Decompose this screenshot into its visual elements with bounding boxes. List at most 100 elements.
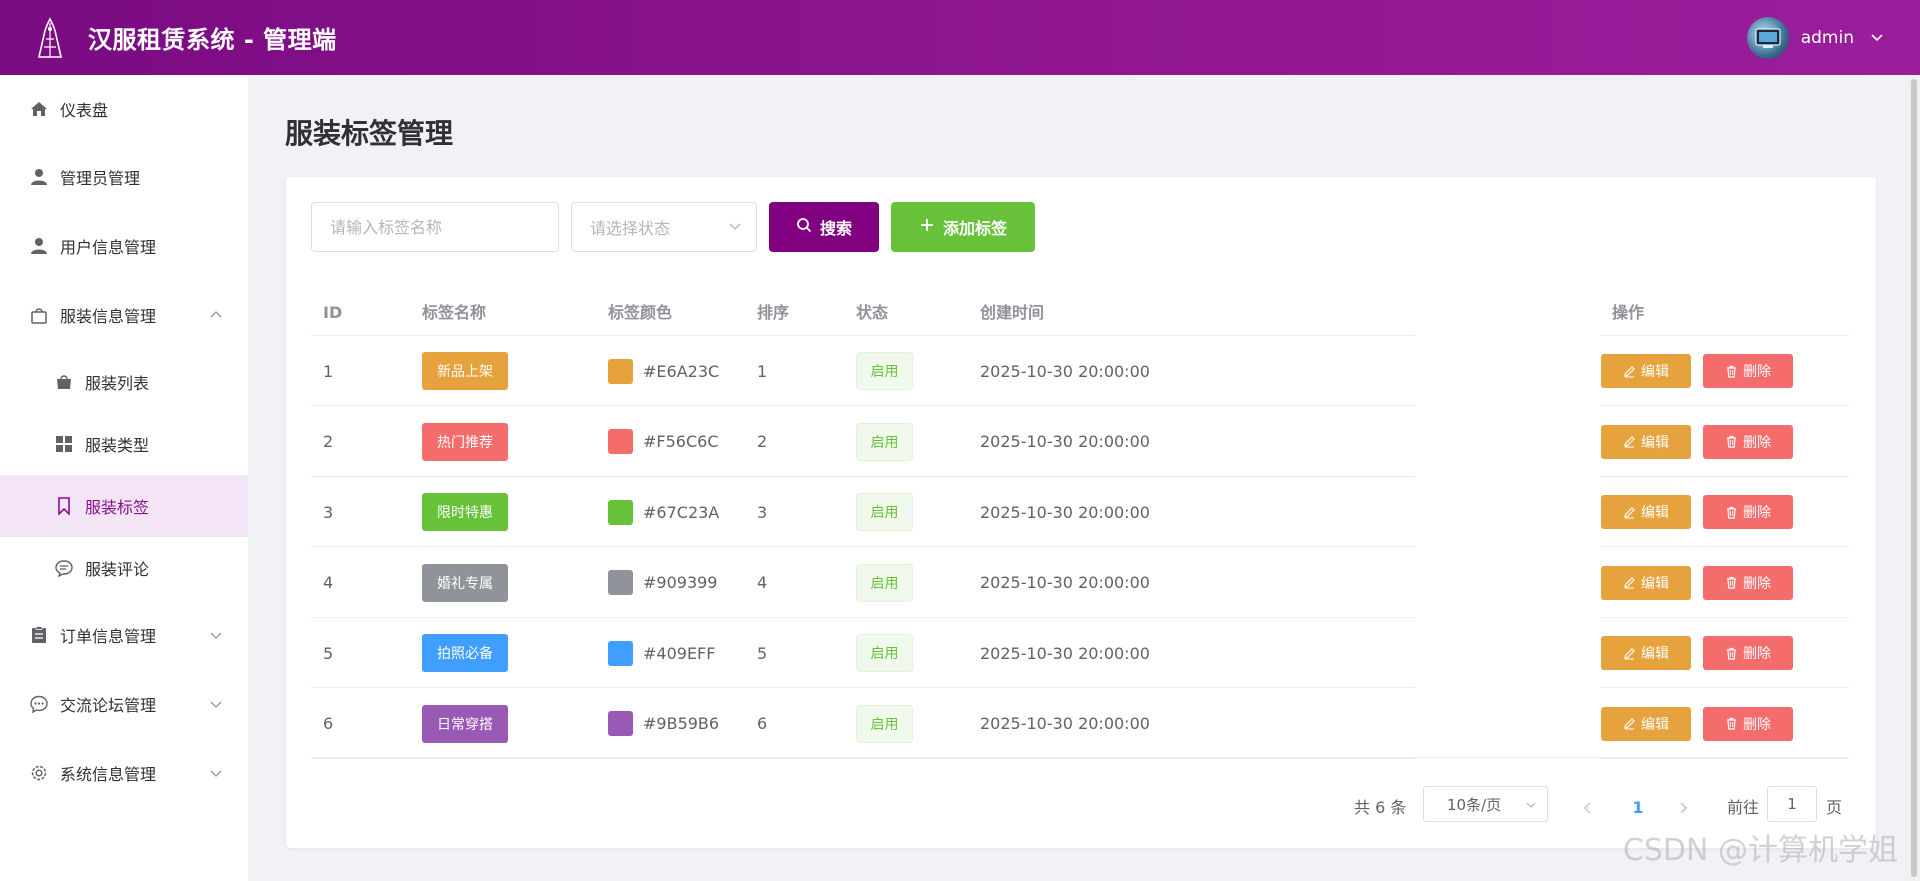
delete-button[interactable]: 删除 bbox=[1703, 636, 1793, 670]
scrollbar-thumb[interactable] bbox=[1911, 79, 1917, 877]
page-size-select[interactable]: 10条/页 bbox=[1423, 786, 1548, 822]
edit-icon bbox=[1624, 365, 1635, 377]
pagination-goto-input[interactable] bbox=[1767, 786, 1817, 822]
edit-button[interactable]: 编辑 bbox=[1601, 424, 1691, 459]
chevron-down-icon[interactable] bbox=[1870, 33, 1884, 43]
sidebar-item-label: 订单信息管理 bbox=[60, 627, 157, 646]
shopping-bag-icon bbox=[28, 304, 50, 326]
bookmark-icon bbox=[54, 496, 74, 516]
column-header-name: 标签名称 bbox=[422, 303, 487, 322]
sidebar-item-clothing[interactable]: 服装信息管理 bbox=[0, 281, 248, 349]
cell-created: 2025-10-30 20:00:00 bbox=[980, 432, 1150, 451]
cell-created: 2025-10-30 20:00:00 bbox=[980, 502, 1150, 522]
cell-sort: 1 bbox=[757, 361, 768, 381]
trash-icon bbox=[1727, 435, 1736, 448]
sidebar-subitem-clothing-tag[interactable]: 服装标签 bbox=[0, 475, 248, 537]
app-title: 汉服租赁系统 - 管理端 bbox=[88, 26, 337, 54]
edit-icon bbox=[1624, 647, 1635, 659]
edit-button[interactable]: 编辑 bbox=[1601, 354, 1691, 388]
sidebar-subitem-label: 服装类型 bbox=[85, 436, 150, 455]
divider bbox=[311, 757, 1849, 758]
table-row: 5 拍照必备 #409EFF 5 启用 2025-10-30 20:00:00 编辑 删除 bbox=[311, 618, 1849, 688]
page-scrollbar[interactable] bbox=[1908, 75, 1920, 881]
username[interactable]: admin bbox=[1801, 28, 1854, 48]
edit-button-label: 编辑 bbox=[1641, 645, 1669, 661]
sidebar-item-users[interactable]: 用户信息管理 bbox=[0, 212, 248, 280]
tag-name-search-input[interactable] bbox=[311, 202, 559, 252]
chat-dots-icon bbox=[28, 693, 50, 715]
tag-management-card: 请选择状态 搜索 添加标签 ID 标签名称 标签颜色 排序 状态 创建时间 操作… bbox=[286, 177, 1876, 848]
gear-icon bbox=[28, 762, 50, 784]
cell-id: 3 bbox=[323, 502, 334, 522]
cell-actions: 编辑 删除 bbox=[1601, 336, 1793, 406]
cell-status: 启用 bbox=[856, 548, 913, 618]
delete-button[interactable]: 删除 bbox=[1703, 424, 1793, 459]
table-row: 6 日常穿搭 #9B59B6 6 启用 2025-10-30 20:00:00 编辑 删除 bbox=[311, 689, 1849, 759]
delete-button[interactable]: 删除 bbox=[1703, 706, 1793, 741]
cell-id: 2 bbox=[323, 432, 334, 451]
pagination-next-button[interactable] bbox=[1671, 791, 1695, 825]
color-swatch bbox=[608, 640, 633, 666]
sidebar-subitem-clothing-type[interactable]: 服装类型 bbox=[0, 413, 248, 475]
table-row: 2 热门推荐 #F56C6C 2 启用 2025-10-30 20:00:00 编辑 删除 bbox=[311, 407, 1849, 477]
cell-id: 5 bbox=[323, 643, 334, 663]
sidebar-item-system[interactable]: 系统信息管理 bbox=[0, 739, 248, 807]
sidebar-item-admin[interactable]: 管理员管理 bbox=[0, 143, 248, 211]
chevron-down-icon bbox=[1525, 800, 1537, 810]
chevron-down-icon bbox=[728, 220, 742, 234]
trash-icon bbox=[1727, 647, 1736, 660]
edit-button-label: 编辑 bbox=[1641, 504, 1669, 520]
user-menu[interactable]: admin bbox=[1746, 0, 1884, 75]
sidebar-subitem-clothing-list[interactable]: 服装列表 bbox=[0, 351, 248, 413]
edit-icon bbox=[1624, 436, 1635, 448]
cell-tag-color: #E6A23C bbox=[608, 336, 719, 406]
delete-button-label: 删除 bbox=[1743, 574, 1771, 591]
trash-icon bbox=[1727, 506, 1736, 519]
grid-icon bbox=[54, 434, 74, 454]
avatar[interactable] bbox=[1746, 16, 1789, 59]
delete-button-label: 删除 bbox=[1743, 645, 1771, 661]
cell-status: 启用 bbox=[856, 689, 913, 759]
column-header-color: 标签颜色 bbox=[608, 303, 673, 322]
color-swatch bbox=[608, 429, 633, 454]
cell-id: 6 bbox=[323, 714, 334, 733]
cell-id: 4 bbox=[323, 573, 334, 592]
pagination-page-1[interactable]: 1 bbox=[1621, 791, 1655, 825]
sidebar-item-orders[interactable]: 订单信息管理 bbox=[0, 601, 248, 669]
delete-button[interactable]: 删除 bbox=[1703, 565, 1793, 600]
cell-actions: 编辑 删除 bbox=[1601, 618, 1793, 688]
pagination-total: 共 6 条 bbox=[1354, 798, 1407, 817]
color-swatch bbox=[608, 711, 633, 736]
edit-button[interactable]: 编辑 bbox=[1601, 565, 1691, 600]
delete-button[interactable]: 删除 bbox=[1703, 354, 1793, 388]
chevron-down-icon bbox=[210, 769, 222, 777]
cell-tag-name: 日常穿搭 bbox=[422, 689, 508, 759]
cell-sort: 3 bbox=[757, 502, 768, 522]
edit-button[interactable]: 编辑 bbox=[1601, 636, 1691, 670]
sidebar-item-label: 仪表盘 bbox=[60, 101, 109, 120]
sidebar-item-dashboard[interactable]: 仪表盘 bbox=[0, 75, 248, 143]
edit-icon bbox=[1624, 718, 1635, 730]
pagination-prev-button[interactable] bbox=[1576, 791, 1600, 825]
trash-icon bbox=[1727, 365, 1736, 378]
table-row: 3 限时特惠 #67C23A 3 启用 2025-10-30 20:00:00 编辑 删除 bbox=[311, 477, 1849, 547]
edit-icon bbox=[1624, 577, 1635, 589]
watermark: CSDN @计算机学姐 bbox=[1622, 833, 1898, 868]
column-header-status: 状态 bbox=[856, 303, 889, 322]
add-tag-button[interactable]: 添加标签 bbox=[891, 202, 1035, 252]
edit-button-label: 编辑 bbox=[1641, 574, 1669, 591]
status-select[interactable]: 请选择状态 bbox=[571, 202, 757, 252]
sidebar-item-forum[interactable]: 交流论坛管理 bbox=[0, 670, 248, 738]
delete-button[interactable]: 删除 bbox=[1703, 495, 1793, 529]
sidebar-item-label: 交流论坛管理 bbox=[60, 696, 157, 715]
cell-sort: 5 bbox=[757, 643, 768, 663]
edit-button-label: 编辑 bbox=[1641, 363, 1669, 379]
sidebar-subitem-clothing-comment[interactable]: 服装评论 bbox=[0, 537, 248, 599]
search-button[interactable]: 搜索 bbox=[769, 202, 879, 252]
status-badge: 启用 bbox=[856, 563, 913, 602]
cell-created: 2025-10-30 20:00:00 bbox=[980, 573, 1150, 592]
edit-button[interactable]: 编辑 bbox=[1601, 706, 1691, 741]
color-hex: #E6A23C bbox=[643, 361, 720, 381]
edit-button[interactable]: 编辑 bbox=[1601, 495, 1691, 529]
column-header-sort: 排序 bbox=[757, 303, 790, 322]
